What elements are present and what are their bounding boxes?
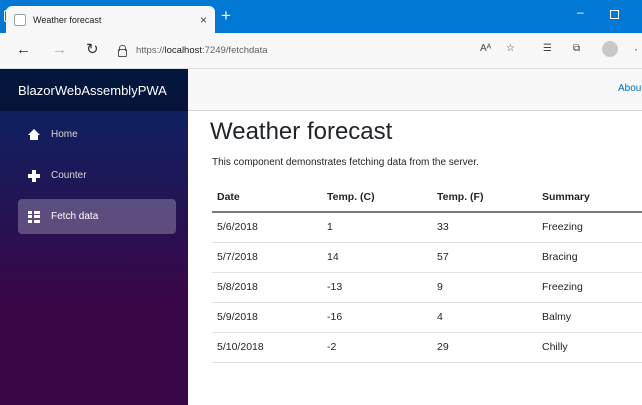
cell-temp-c: -13 bbox=[322, 272, 432, 303]
refresh-icon[interactable]: ↻ bbox=[86, 41, 99, 59]
cell-date: 5/7/2018 bbox=[212, 242, 322, 273]
cell-summary: Freezing bbox=[537, 272, 642, 303]
cell-date: 5/8/2018 bbox=[212, 272, 322, 303]
browser-titlebar: Weather forecast × + – bbox=[0, 0, 642, 33]
forecast-table: Date Temp. (C) Temp. (F) Summary 5/6/201… bbox=[212, 182, 642, 363]
sidebar-item-label: Counter bbox=[51, 170, 87, 181]
address-bar[interactable]: https://localhost:7249/fetchdata bbox=[112, 38, 512, 62]
top-row: About bbox=[188, 69, 642, 111]
column-header-temp-f: Temp. (F) bbox=[432, 182, 537, 213]
cell-temp-f: 4 bbox=[432, 302, 537, 333]
app-brand[interactable]: BlazorWebAssemblyPWA bbox=[18, 83, 167, 98]
table-header-row: Date Temp. (C) Temp. (F) Summary bbox=[212, 182, 642, 213]
home-icon bbox=[28, 128, 40, 141]
cell-temp-c: -16 bbox=[322, 302, 432, 333]
cell-temp-c: -2 bbox=[322, 332, 432, 363]
cell-summary: Freezing bbox=[537, 212, 642, 243]
table-row: 5/6/2018 1 33 Freezing bbox=[212, 212, 642, 243]
cell-temp-c: 14 bbox=[322, 242, 432, 273]
cell-temp-f: 29 bbox=[432, 332, 537, 363]
cell-temp-c: 1 bbox=[322, 212, 432, 243]
list-icon bbox=[28, 210, 40, 223]
favorites-list-icon[interactable]: ☰ bbox=[543, 43, 552, 54]
table-row: 5/9/2018 -16 4 Balmy bbox=[212, 302, 642, 333]
read-aloud-icon[interactable]: Aᴬ bbox=[480, 43, 491, 54]
page-favicon-icon bbox=[14, 13, 26, 26]
column-header-date: Date bbox=[212, 182, 322, 213]
about-link[interactable]: About bbox=[618, 83, 642, 94]
cell-temp-f: 9 bbox=[432, 272, 537, 303]
new-tab-button[interactable]: + bbox=[221, 6, 231, 26]
column-header-summary: Summary bbox=[537, 182, 642, 213]
sidebar-item-label: Fetch data bbox=[51, 211, 99, 222]
cell-summary: Balmy bbox=[537, 302, 642, 333]
cell-temp-f: 57 bbox=[432, 242, 537, 273]
table-row: 5/8/2018 -13 9 Freezing bbox=[212, 272, 642, 303]
sidebar-item-label: Home bbox=[51, 129, 78, 140]
maximize-icon[interactable] bbox=[610, 10, 619, 19]
plus-icon bbox=[28, 169, 40, 182]
browser-tab[interactable]: Weather forecast × bbox=[6, 6, 215, 33]
sidebar-item-home[interactable]: Home bbox=[18, 117, 176, 152]
favorite-star-icon[interactable]: ☆ bbox=[506, 43, 515, 54]
tab-title: Weather forecast bbox=[33, 14, 102, 25]
more-options-icon[interactable]: · bbox=[634, 42, 638, 56]
cell-date: 5/9/2018 bbox=[212, 302, 322, 333]
nav-menu: Home Counter Fetch data bbox=[0, 111, 188, 234]
column-header-temp-c: Temp. (C) bbox=[322, 182, 432, 213]
table-row: 5/10/2018 -2 29 Chilly bbox=[212, 332, 642, 363]
collections-icon[interactable]: ⧉ bbox=[573, 43, 580, 54]
address-toolbar: ← → ↻ https://localhost:7249/fetchdata A… bbox=[0, 33, 642, 69]
page-description: This component demonstrates fetching dat… bbox=[212, 157, 479, 168]
profile-avatar[interactable] bbox=[602, 41, 618, 57]
tab-close-icon[interactable]: × bbox=[200, 13, 207, 27]
page-title: Weather forecast bbox=[210, 118, 393, 145]
sidebar-item-counter[interactable]: Counter bbox=[18, 158, 176, 193]
sidebar-item-fetch-data[interactable]: Fetch data bbox=[18, 199, 176, 234]
cell-date: 5/6/2018 bbox=[212, 212, 322, 243]
table-row: 5/7/2018 14 57 Bracing bbox=[212, 242, 642, 273]
cell-summary: Chilly bbox=[537, 332, 642, 363]
url-text: https://localhost:7249/fetchdata bbox=[136, 44, 268, 56]
back-arrow-icon[interactable]: ← bbox=[16, 41, 31, 59]
cell-temp-f: 33 bbox=[432, 212, 537, 243]
sidebar: BlazorWebAssemblyPWA Home Counter Fetch … bbox=[0, 69, 188, 405]
forward-arrow-icon[interactable]: → bbox=[52, 41, 67, 59]
cell-summary: Bracing bbox=[537, 242, 642, 273]
lock-icon bbox=[118, 44, 127, 57]
minimize-icon[interactable]: – bbox=[577, 5, 584, 19]
brand-bar: BlazorWebAssemblyPWA bbox=[0, 69, 188, 111]
cell-date: 5/10/2018 bbox=[212, 332, 322, 363]
